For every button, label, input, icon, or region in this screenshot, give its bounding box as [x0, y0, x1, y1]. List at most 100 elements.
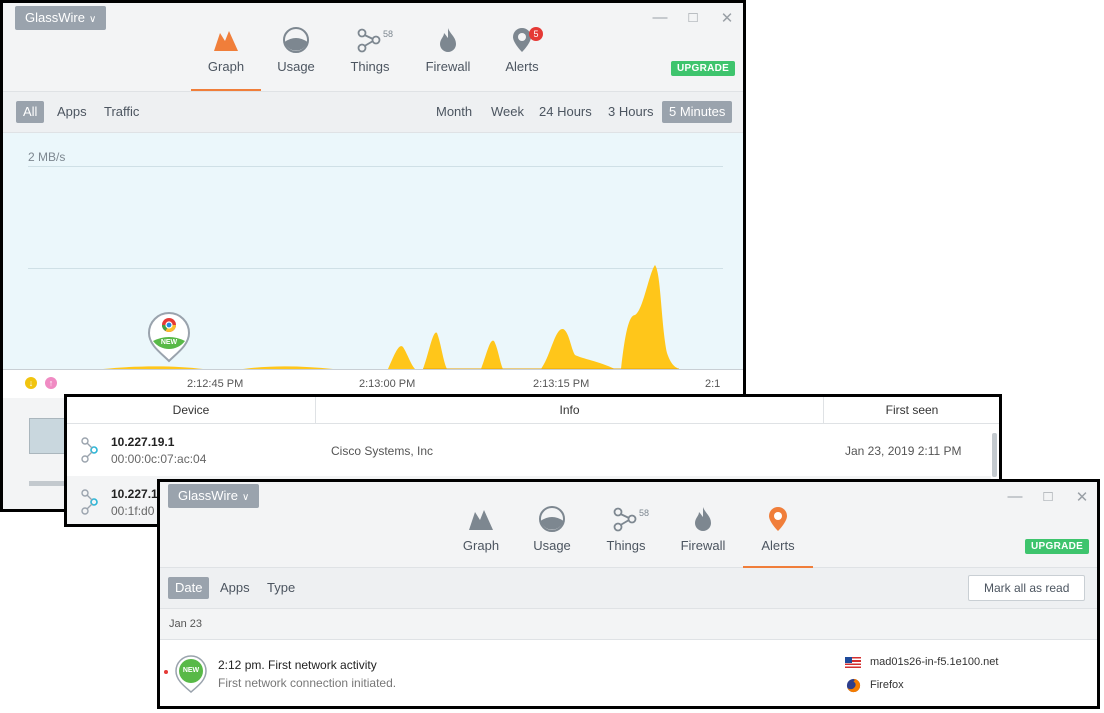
tab-things-label: Things	[606, 538, 646, 553]
device-ip: 10.227.19.1	[111, 435, 175, 449]
alert-list-item[interactable]: NEW 2:12 pm. First network activity Firs…	[160, 640, 1097, 706]
tab-graph[interactable]: Graph	[446, 504, 516, 568]
new-app-marker[interactable]: NEW	[147, 311, 191, 363]
time-tick-label: 2:1	[705, 378, 721, 390]
app-menu-button[interactable]: GlassWire ∨	[15, 6, 107, 30]
alert-app: Firefox	[870, 679, 904, 691]
location-pin-icon	[175, 655, 207, 693]
tab-firewall-label: Firewall	[680, 538, 726, 553]
us-flag-icon	[845, 657, 861, 668]
filter-all[interactable]: All	[16, 101, 45, 123]
usage-icon	[283, 27, 309, 53]
chevron-down-icon: ∨	[241, 492, 250, 503]
alert-host: mad01s26-in-f5.1e100.net	[870, 656, 999, 668]
tab-things[interactable]: 58 Things	[591, 504, 661, 568]
tab-firewall[interactable]: Firewall	[413, 25, 483, 89]
things-icon	[357, 28, 381, 53]
close-icon[interactable]: ✕	[717, 9, 737, 27]
tab-alerts-label: Alerts	[761, 538, 795, 553]
app-menu-button[interactable]: GlassWire ∨	[168, 484, 260, 508]
filter-date[interactable]: Date	[168, 577, 210, 599]
device-node-icon	[81, 437, 98, 463]
filter-apps[interactable]: Apps	[50, 101, 94, 123]
graph-icon	[214, 31, 238, 51]
tab-alerts-label: Alerts	[505, 59, 539, 74]
upload-indicator-icon[interactable]: ↑	[45, 377, 57, 389]
traffic-area	[103, 265, 679, 369]
flame-icon	[440, 28, 456, 52]
tab-alerts[interactable]: 5 Alerts	[487, 25, 557, 89]
tab-things-label: Things	[350, 59, 390, 74]
filter-apps[interactable]: Apps	[213, 577, 257, 599]
title-bar: GlassWire ∨ — □ ✕ Graph Usage 58 Things F…	[160, 482, 1097, 568]
tab-firewall-label: Firewall	[425, 59, 471, 74]
device-info: Cisco Systems, Inc	[331, 444, 434, 458]
alert-subtitle: First network connection initiated.	[218, 676, 397, 690]
download-indicator-icon[interactable]: ↓	[25, 377, 37, 389]
tab-graph-label: Graph	[207, 59, 245, 74]
mark-all-read-button[interactable]: Mark all as read	[968, 575, 1086, 601]
minimize-icon[interactable]: —	[650, 9, 670, 26]
tab-usage[interactable]: Usage	[517, 504, 587, 568]
scroll-track[interactable]	[29, 481, 69, 486]
range-week[interactable]: Week	[484, 101, 531, 123]
device-ip: 10.227.1	[111, 487, 158, 501]
device-mac: 00:1f:d0	[111, 504, 155, 518]
new-badge-label: NEW	[182, 667, 200, 674]
title-bar: GlassWire ∨ — □ ✕ Graph Usage 58 Things F…	[3, 3, 743, 92]
alert-pin-icon	[769, 507, 787, 531]
device-first-seen: Jan 23, 2019 2:11 PM	[845, 444, 962, 458]
unread-dot	[164, 670, 168, 674]
time-tick-label: 2:12:45 PM	[187, 378, 244, 390]
range-5-minutes[interactable]: 5 Minutes	[662, 101, 733, 123]
tab-alerts[interactable]: Alerts	[743, 504, 813, 568]
tab-graph[interactable]: Graph	[191, 25, 261, 91]
filter-traffic[interactable]: Traffic	[97, 101, 146, 123]
traffic-graph: 2 MB/s NEW	[3, 133, 743, 369]
date-group-header: Jan 23	[160, 609, 1097, 640]
device-mac: 00:00:0c:07:ac:04	[111, 452, 207, 466]
app-menu-label: GlassWire	[25, 10, 85, 25]
range-24-hours[interactable]: 24 Hours	[532, 101, 599, 123]
upgrade-button[interactable]: UPGRADE	[1025, 539, 1090, 554]
minimize-icon[interactable]: —	[1005, 488, 1025, 505]
firefox-icon	[846, 678, 861, 693]
tab-graph-label: Graph	[462, 538, 500, 553]
things-badge: 58	[639, 508, 650, 518]
table-scrollbar[interactable]	[992, 433, 997, 477]
new-badge-label: NEW	[160, 339, 178, 346]
tab-usage-label: Usage	[277, 59, 315, 74]
things-icon	[613, 507, 637, 532]
chevron-down-icon: ∨	[88, 14, 97, 25]
chrome-icon	[162, 318, 176, 332]
column-info[interactable]: Info	[316, 397, 824, 423]
close-icon[interactable]: ✕	[1072, 488, 1092, 506]
range-3-hours[interactable]: 3 Hours	[601, 101, 661, 123]
graph-icon	[469, 510, 493, 530]
device-node-icon	[81, 489, 98, 515]
app-menu-label: GlassWire	[178, 488, 238, 503]
upgrade-button[interactable]: UPGRADE	[671, 61, 736, 76]
tab-things[interactable]: 58 Things	[335, 25, 405, 89]
usage-icon	[539, 506, 565, 532]
glasswire-alerts-window: GlassWire ∨ — □ ✕ Graph Usage 58 Things F…	[157, 479, 1100, 709]
filter-type[interactable]: Type	[260, 577, 302, 599]
maximize-icon[interactable]: □	[1038, 488, 1058, 505]
tab-firewall[interactable]: Firewall	[668, 504, 738, 568]
date-group-label: Jan 23	[169, 618, 203, 630]
time-tick-label: 2:13:15 PM	[533, 378, 590, 390]
time-tick-label: 2:13:00 PM	[359, 378, 416, 390]
graph-filter-bar: All Apps Traffic Month Week 24 Hours 3 H…	[3, 92, 743, 133]
column-device[interactable]: Device	[67, 397, 316, 423]
table-row[interactable]: 10.227.19.1 00:00:0c:07:ac:04 Cisco Syst…	[67, 424, 991, 475]
column-first-seen[interactable]: First seen	[824, 397, 999, 423]
thumbnail-placeholder	[29, 418, 65, 454]
range-month[interactable]: Month	[429, 101, 479, 123]
flame-icon	[695, 507, 711, 531]
tab-usage-label: Usage	[533, 538, 571, 553]
devices-table-header: Device Info First seen	[67, 397, 999, 424]
tab-usage[interactable]: Usage	[261, 25, 331, 89]
alert-title: 2:12 pm. First network activity	[218, 658, 377, 672]
maximize-icon[interactable]: □	[683, 9, 703, 26]
alerts-filter-bar: Date Apps Type Mark all as read	[160, 568, 1097, 609]
